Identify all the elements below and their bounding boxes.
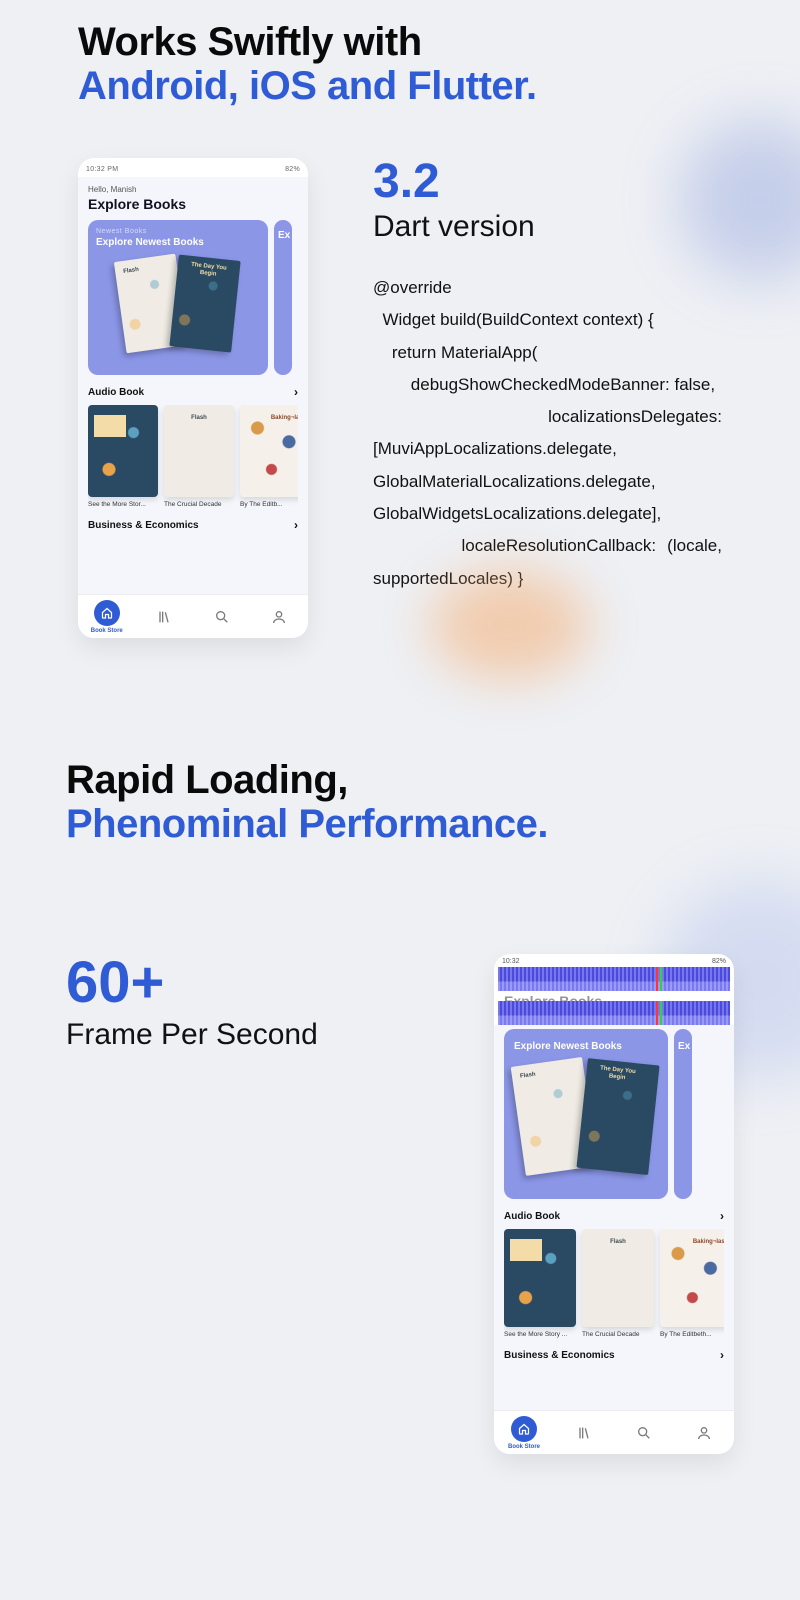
heading-line2: Phenominal Performance.: [66, 802, 734, 846]
code-line: @override: [373, 272, 722, 304]
book-card: The Day You Begin See the More Story ...: [504, 1229, 576, 1338]
heading-line2: Android, iOS and Flutter.: [78, 64, 722, 108]
code-line: localizationsDelegates: [MuviAppLocaliza…: [373, 401, 722, 530]
nav-profile: [674, 1425, 734, 1441]
version-number: 3.2: [373, 158, 722, 206]
code-line: Widget build(BuildContext context) {: [373, 304, 722, 336]
section2-heading: Rapid Loading, Phenominal Performance.: [66, 758, 734, 846]
chevron-right-icon: ›: [720, 1348, 724, 1362]
status-bar: 10:32 PM 82%: [78, 164, 308, 177]
section-row-audio: Audio Book ›: [88, 375, 298, 405]
book-label: The Day You Begin: [189, 262, 228, 279]
status-battery: 82%: [712, 958, 726, 965]
perf-marker-green: [660, 967, 662, 991]
version-label: Dart version: [373, 210, 722, 244]
book-card: By The Editb...: [240, 405, 298, 508]
perf-overlay-top: [498, 967, 730, 991]
nav-library: [136, 609, 194, 625]
phone-mockup-2-wrapper: 10:32 82% Explore Books E: [494, 954, 734, 1454]
hero-card-peek: Ex: [274, 220, 292, 375]
explore-title: Explore Books: [88, 196, 298, 212]
book-row: The Day You Begin See the More Stor... T…: [88, 405, 298, 508]
nav-label: Book Store: [91, 628, 123, 634]
book-caption: The Crucial Decade: [164, 501, 234, 508]
home-icon: [94, 600, 120, 626]
nav-label: Book Store: [508, 1444, 540, 1450]
info-column: 3.2 Dart version @override Widget build(…: [373, 158, 722, 638]
book-label: Flash: [123, 267, 139, 275]
section-row-business: Business & Economics ›: [88, 508, 298, 538]
perf-marker-red: [656, 1001, 658, 1025]
chevron-right-icon: ›: [294, 518, 298, 532]
bg-blob: [430, 570, 590, 680]
section-row-audio: Audio Book ›: [504, 1199, 724, 1229]
code-block: @override Widget build(BuildContext cont…: [373, 272, 722, 595]
book-cover: The Day You Begin: [576, 1058, 659, 1175]
fps-number: 60+: [66, 954, 430, 1012]
section-row-business: Business & Economics ›: [504, 1338, 724, 1368]
heading-line1: Works Swiftly with: [78, 20, 422, 64]
book-caption: By The Editbeth...: [660, 1331, 724, 1338]
phone-mockup-2: 10:32 82% Explore Books E: [494, 954, 734, 1454]
status-battery: 82%: [285, 166, 300, 173]
hello-text: Hello, Manish: [88, 185, 298, 194]
code-line: debugShowCheckedModeBanner: false,: [373, 369, 722, 401]
home-icon: [511, 1416, 537, 1442]
book-label: The Day You Begin: [598, 1065, 637, 1082]
hero-title: Explore Newest Books: [514, 1041, 658, 1052]
book-card: The Day You Begin See the More Stor...: [88, 405, 158, 508]
chevron-right-icon: ›: [720, 1209, 724, 1223]
status-time: 10:32: [502, 958, 520, 965]
section-2: Rapid Loading, Phenominal Performance. 6…: [0, 638, 800, 1454]
hero-peek-text: Ex: [678, 1041, 688, 1052]
book-card: The Crucial Decade: [582, 1229, 654, 1338]
section1-heading: Works Swiftly with Android, iOS and Flut…: [78, 20, 722, 108]
hero-card: Newest Books Explore Newest Books Flash …: [88, 220, 268, 375]
hero-subtitle: Newest Books: [96, 228, 260, 235]
perf-marker-green: [660, 1001, 662, 1025]
perf-marker-red: [656, 967, 658, 991]
hero-title: Explore Newest Books: [96, 237, 260, 248]
hero-peek-text: Ex: [278, 230, 288, 241]
book-caption: By The Editb...: [240, 501, 298, 508]
book-label: Flash: [520, 1072, 536, 1080]
book-caption: The Crucial Decade: [582, 1331, 654, 1338]
hero-card: Explore Newest Books Flash The Day You B…: [504, 1029, 668, 1199]
section-label: Audio Book: [504, 1211, 560, 1222]
book-card: By The Editbeth...: [660, 1229, 724, 1338]
bottom-nav: Book Store: [78, 594, 308, 638]
nav-library: [554, 1425, 614, 1441]
status-time: 10:32 PM: [86, 166, 118, 173]
hero-card-peek: Ex: [674, 1029, 692, 1199]
nav-bookstore: Book Store: [494, 1416, 554, 1450]
bottom-nav: Book Store: [494, 1410, 734, 1454]
nav-profile: [251, 609, 309, 625]
code-line: return MaterialApp(: [373, 337, 722, 369]
status-bar: 10:32 82%: [494, 954, 734, 967]
section-1: Works Swiftly with Android, iOS and Flut…: [0, 0, 800, 638]
cover-label: The Day You Begin: [96, 417, 124, 437]
book-cover: The Day You Begin: [169, 255, 240, 353]
chevron-right-icon: ›: [294, 385, 298, 399]
book-caption: See the More Stor...: [88, 501, 158, 508]
book-caption: See the More Story ...: [504, 1331, 576, 1338]
fps-column: 60+ Frame Per Second: [66, 954, 430, 1052]
perf-overlay-bottom: [498, 1001, 730, 1025]
cover-label: The Day You Begin: [512, 1241, 540, 1261]
book-card: The Crucial Decade: [164, 405, 234, 508]
section-label: Audio Book: [88, 387, 144, 398]
book-row: The Day You Begin See the More Story ...…: [504, 1229, 724, 1338]
section-label: Business & Economics: [504, 1350, 615, 1361]
fps-label: Frame Per Second: [66, 1018, 430, 1052]
phone-mockup-1: 10:32 PM 82% Hello, Manish Explore Books…: [78, 158, 308, 638]
section-label: Business & Economics: [88, 520, 199, 531]
heading-line1: Rapid Loading,: [66, 758, 348, 802]
nav-search: [614, 1425, 674, 1441]
nav-bookstore: Book Store: [78, 600, 136, 634]
nav-search: [193, 609, 251, 625]
